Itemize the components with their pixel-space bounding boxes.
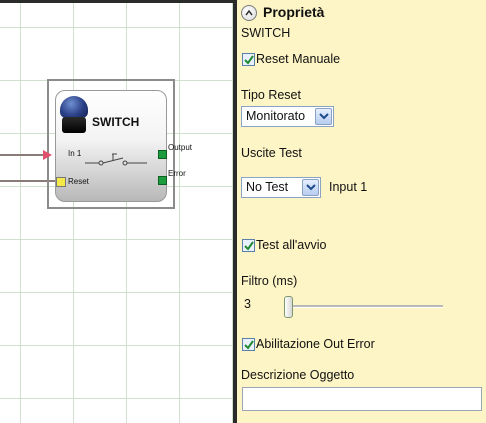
properties-panel: Proprietà SWITCH Reset Manuale Tipo Rese… — [237, 0, 486, 423]
test-avvio-label: Test all'avvio — [256, 238, 327, 252]
dropdown-arrow-icon[interactable] — [302, 179, 319, 196]
push-button-base — [62, 117, 86, 133]
panel-title: Proprietà — [263, 4, 325, 20]
input-pin-in1[interactable] — [43, 150, 52, 160]
push-button-icon — [60, 96, 88, 118]
pin-label-output: Output — [168, 143, 193, 152]
pin-label-error: Error — [168, 169, 186, 178]
uscite-test-label: Uscite Test — [241, 146, 302, 160]
tipo-reset-label: Tipo Reset — [241, 88, 301, 102]
wire-in1[interactable] — [0, 154, 45, 156]
filtro-value: 3 — [244, 297, 251, 311]
checkmark-icon — [244, 241, 254, 251]
abilitazione-out-error-label: Abilitazione Out Error — [256, 337, 375, 351]
switch-contact-icon — [85, 153, 147, 166]
reset-manuale-label: Reset Manuale — [256, 52, 341, 66]
uscite-test-input-label: Input 1 — [329, 180, 368, 194]
pin-label-in1: In 1 — [68, 149, 82, 158]
abilitazione-out-error-checkbox[interactable] — [242, 338, 255, 351]
descrizione-input[interactable] — [242, 387, 482, 411]
reset-manuale-checkbox[interactable] — [242, 53, 255, 66]
block-type-label: SWITCH — [241, 26, 291, 40]
test-avvio-checkbox[interactable] — [242, 239, 255, 252]
filtro-slider-thumb[interactable] — [284, 296, 293, 318]
filtro-slider-track[interactable] — [285, 305, 443, 308]
filtro-label: Filtro (ms) — [241, 274, 298, 288]
checkmark-icon — [244, 55, 254, 65]
uscite-test-value: No Test — [246, 180, 289, 194]
pin-label-reset: Reset — [68, 177, 89, 186]
output-pin-output[interactable] — [158, 150, 167, 159]
tipo-reset-value: Monitorato — [246, 109, 306, 123]
dropdown-arrow-icon[interactable] — [315, 108, 332, 125]
block-title: SWITCH — [92, 115, 140, 129]
logic-canvas[interactable] — [0, 0, 233, 423]
collapse-up-icon[interactable] — [241, 5, 257, 21]
checkmark-icon — [244, 340, 254, 350]
descrizione-label: Descrizione Oggetto — [241, 368, 355, 382]
uscite-test-select[interactable]: No Test — [241, 177, 321, 198]
output-pin-error[interactable] — [158, 176, 167, 185]
input-pin-reset[interactable] — [56, 177, 66, 187]
tipo-reset-select[interactable]: Monitorato — [241, 106, 334, 127]
